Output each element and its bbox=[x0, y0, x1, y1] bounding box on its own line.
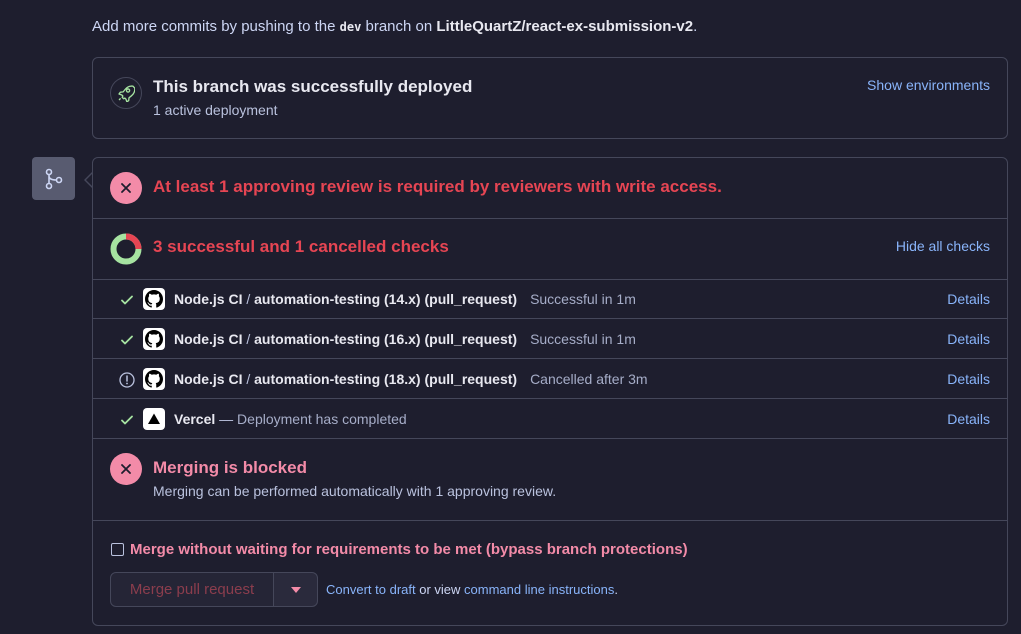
details-link[interactable]: Details bbox=[947, 330, 990, 348]
repo-name[interactable]: LittleQuartZ/react-ex-submission-v2 bbox=[436, 18, 693, 35]
command-line-instructions-link[interactable]: command line instructions bbox=[464, 582, 614, 597]
bypass-checkbox[interactable] bbox=[111, 543, 124, 556]
rocket-icon bbox=[110, 77, 142, 109]
push-suffix: . bbox=[693, 18, 698, 35]
check-icon bbox=[119, 412, 135, 428]
checks-section: 3 successful and 1 cancelled checks Hide… bbox=[93, 219, 1007, 280]
merge-options-dropdown[interactable] bbox=[273, 572, 318, 607]
check-name: Node.js CI / automation-testing (18.x) (… bbox=[174, 371, 648, 387]
details-link[interactable]: Details bbox=[947, 290, 990, 308]
convert-to-draft-link[interactable]: Convert to draft bbox=[326, 582, 416, 597]
push-instructions: Add more commits by pushing to the dev b… bbox=[92, 17, 697, 37]
merge-blocked-title: Merging is blocked bbox=[153, 458, 307, 477]
details-link[interactable]: Details bbox=[947, 370, 990, 388]
merge-blocked-section: Merging is blocked Merging can be perfor… bbox=[93, 439, 1007, 521]
check-description: Successful in 1m bbox=[530, 291, 636, 307]
check-name: Node.js CI / automation-testing (14.x) (… bbox=[174, 291, 636, 307]
git-merge-icon bbox=[32, 157, 75, 200]
checks-ring-icon bbox=[110, 233, 142, 265]
merge-panel: At least 1 approving review is required … bbox=[92, 157, 1008, 626]
github-icon bbox=[143, 368, 165, 390]
check-description: Deployment has completed bbox=[237, 411, 407, 427]
merge-alternatives: Convert to draft or view command line in… bbox=[326, 581, 618, 599]
review-required-title: At least 1 approving review is required … bbox=[153, 177, 722, 196]
github-icon bbox=[143, 328, 165, 350]
or-view-text: or view bbox=[419, 582, 461, 597]
github-icon bbox=[143, 288, 165, 310]
details-link[interactable]: Details bbox=[947, 410, 990, 428]
check-name: Vercel — Deployment has completed bbox=[174, 411, 407, 427]
x-icon bbox=[110, 453, 142, 485]
check-row: Vercel — Deployment has completed Detail… bbox=[93, 399, 1007, 439]
push-prefix: Add more commits by pushing to the bbox=[92, 18, 336, 35]
hide-all-checks-link[interactable]: Hide all checks bbox=[896, 237, 990, 255]
merge-pull-request-button[interactable]: Merge pull request bbox=[110, 572, 274, 607]
branch-name: dev bbox=[339, 20, 362, 34]
deployment-title: This branch was successfully deployed bbox=[153, 77, 473, 96]
bypass-label[interactable]: Merge without waiting for requirements t… bbox=[130, 540, 688, 559]
show-environments-link[interactable]: Show environments bbox=[867, 76, 990, 94]
x-icon bbox=[110, 172, 142, 204]
check-row: Node.js CI / automation-testing (16.x) (… bbox=[93, 319, 1007, 359]
checks-summary-title: 3 successful and 1 cancelled checks bbox=[153, 237, 449, 256]
period-text: . bbox=[614, 582, 618, 597]
check-row: Node.js CI / automation-testing (18.x) (… bbox=[93, 359, 1007, 399]
push-middle: branch on bbox=[365, 18, 433, 35]
deployment-panel: This branch was successfully deployed 1 … bbox=[92, 57, 1008, 139]
merge-blocked-subtitle: Merging can be performed automatically w… bbox=[153, 483, 557, 499]
check-icon bbox=[119, 332, 135, 348]
stop-icon bbox=[119, 372, 135, 388]
review-required-section: At least 1 approving review is required … bbox=[93, 158, 1007, 219]
check-description: Successful in 1m bbox=[530, 331, 636, 347]
check-row: Node.js CI / automation-testing (14.x) (… bbox=[93, 279, 1007, 319]
vercel-icon bbox=[143, 408, 165, 430]
deployment-count: 1 active deployment bbox=[153, 102, 278, 118]
check-description: Cancelled after 3m bbox=[530, 371, 648, 387]
caret-down-icon bbox=[290, 586, 301, 593]
check-icon bbox=[119, 292, 135, 308]
check-name: Node.js CI / automation-testing (16.x) (… bbox=[174, 331, 636, 347]
